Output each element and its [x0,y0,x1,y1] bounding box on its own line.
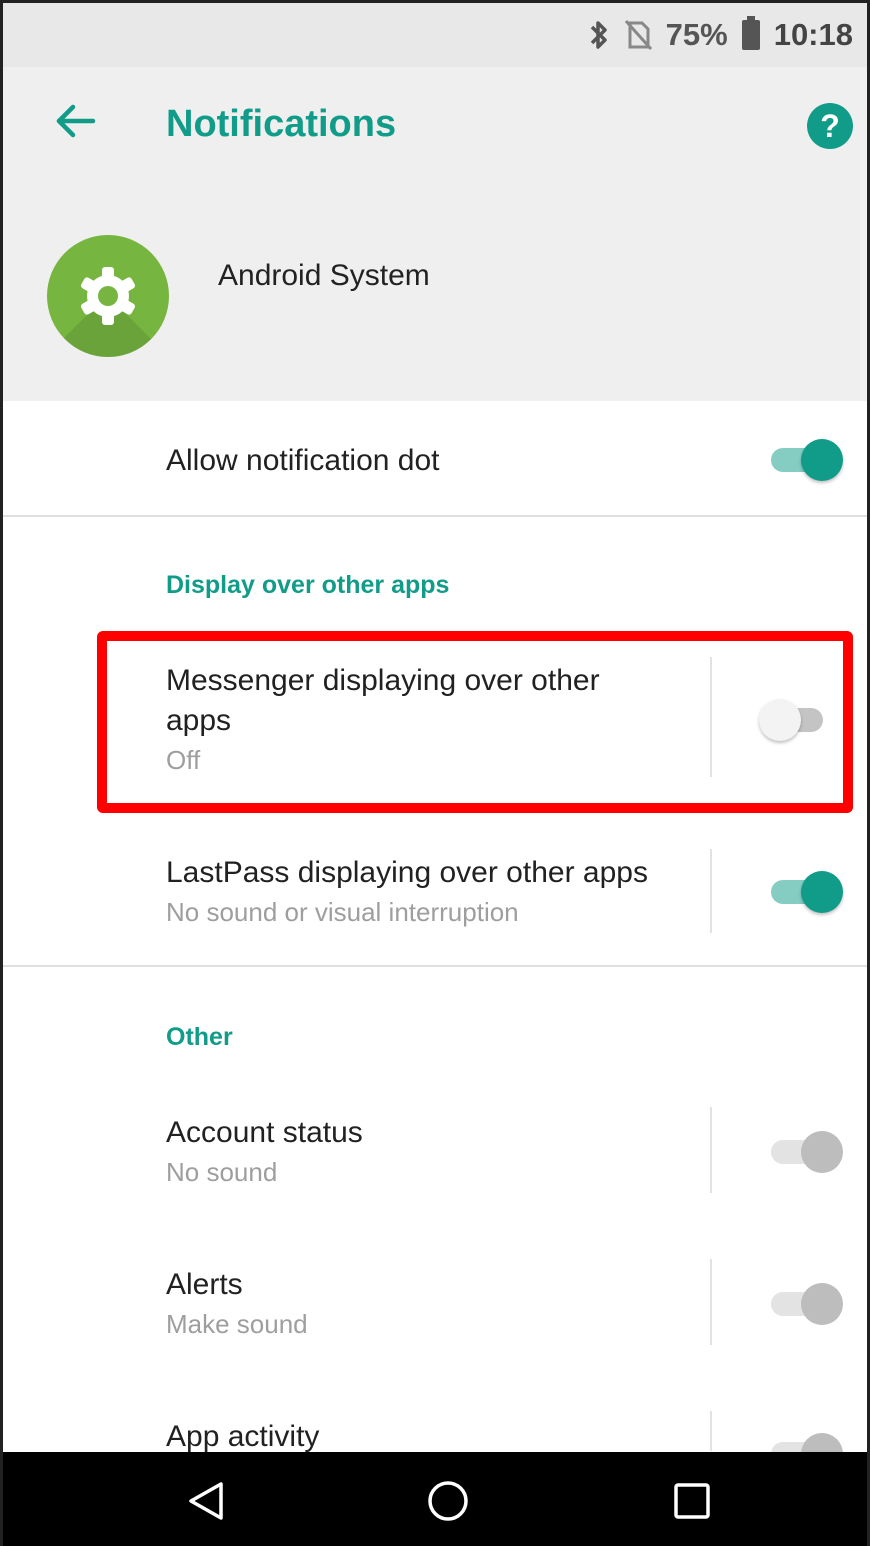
status-time: 10:18 [773,17,853,52]
phone-screen: 75% 10:18 Notifications ? Android System… [0,0,870,1546]
item-title: Alerts [166,1268,243,1301]
item-title: LastPass displaying over other apps [166,856,648,889]
row-separator [710,1107,712,1193]
item-title: App activity [166,1420,320,1453]
arrow-left-icon[interactable] [49,93,105,149]
lastpass-switch[interactable] [771,867,843,917]
no-sim-icon [624,20,652,50]
page-title: Notifications [166,103,397,145]
divider [3,965,867,967]
row-separator [710,849,712,933]
divider [3,515,867,517]
nav-back-icon[interactable] [183,1478,229,1524]
item-subtitle: No sound or visual interruption [166,897,519,927]
item-title: Account status [166,1116,363,1149]
navigation-bar [3,1452,867,1546]
notification-dot-switch[interactable] [771,435,843,485]
nav-home-icon[interactable] [425,1478,471,1524]
highlight-box [97,631,853,813]
battery-icon [741,16,760,50]
alerts-switch[interactable] [771,1279,843,1329]
item-subtitle: Make sound [166,1309,308,1339]
section-header-other: Other [166,1023,233,1051]
battery-percent: 75% [665,17,728,52]
gear-icon [47,235,169,357]
bluetooth-icon [590,21,607,49]
status-bar: 75% 10:18 [3,3,867,67]
item-subtitle: No sound [166,1157,278,1187]
help-circle-icon[interactable]: ? [807,103,853,149]
section-header-display-over: Display over other apps [166,571,450,599]
app-name: Android System [218,259,430,292]
help-glyph: ? [820,107,840,144]
row-separator [710,1411,712,1451]
account-status-switch[interactable] [771,1127,843,1177]
row-separator [710,1259,712,1345]
notification-dot-label: Allow notification dot [166,444,440,477]
nav-recents-icon[interactable] [669,1478,715,1524]
app-header: Notifications ? Android System [3,67,867,401]
